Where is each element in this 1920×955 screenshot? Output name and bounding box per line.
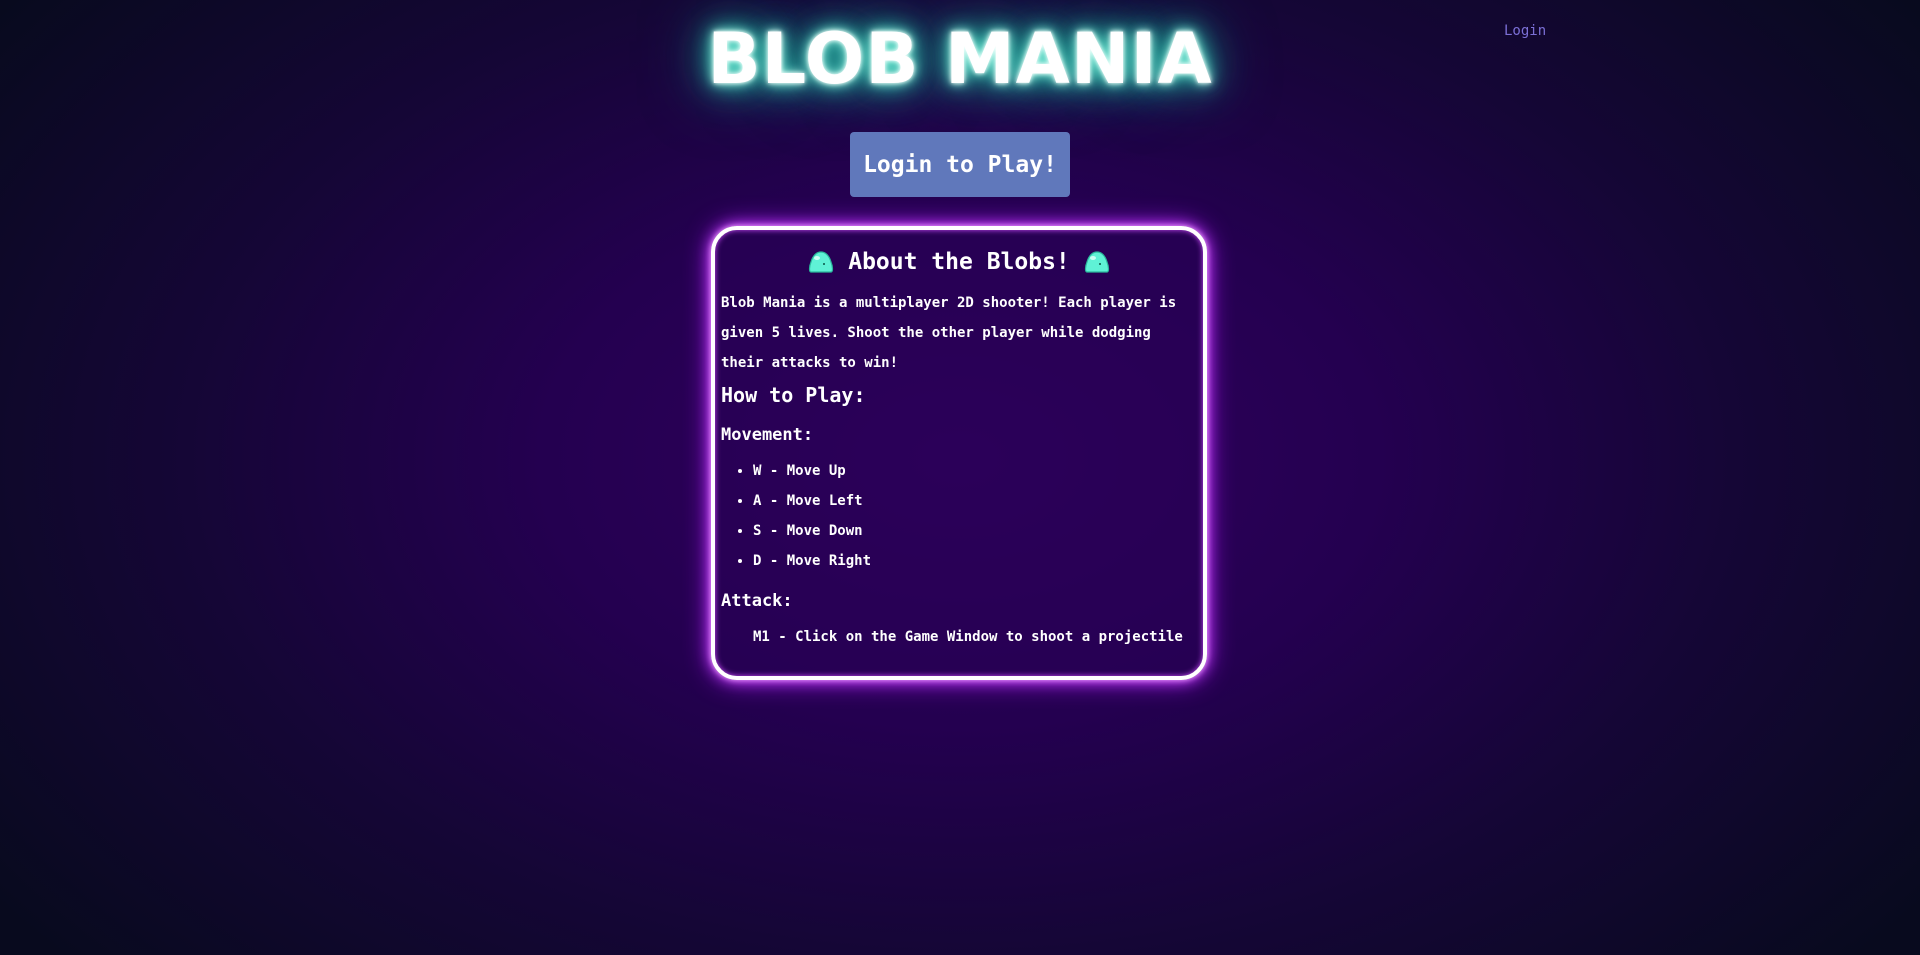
- blob-icon: [809, 251, 834, 273]
- about-heading: About the Blobs!: [721, 244, 1197, 280]
- about-heading-text: About the Blobs!: [848, 249, 1070, 275]
- list-item: W - Move Up: [753, 456, 1197, 486]
- movement-list: W - Move Up A - Move Left S - Move Down …: [721, 456, 1197, 576]
- about-card: About the Blobs! Blob Mania is a multipl…: [711, 226, 1207, 680]
- list-item: A - Move Left: [753, 486, 1197, 516]
- login-to-play-button[interactable]: Login to Play!: [850, 132, 1070, 197]
- blob-icon: [1084, 251, 1109, 273]
- list-item: S - Move Down: [753, 516, 1197, 546]
- attack-description: M1 - Click on the Game Window to shoot a…: [753, 629, 1183, 645]
- how-to-play-heading: How to Play:: [721, 383, 866, 407]
- attack-heading: Attack:: [721, 591, 793, 611]
- movement-heading: Movement:: [721, 425, 814, 445]
- list-item: D - Move Right: [753, 546, 1197, 576]
- page-title: BLOB MANIA: [707, 18, 1213, 100]
- game-description: Blob Mania is a multiplayer 2D shooter! …: [721, 295, 1177, 371]
